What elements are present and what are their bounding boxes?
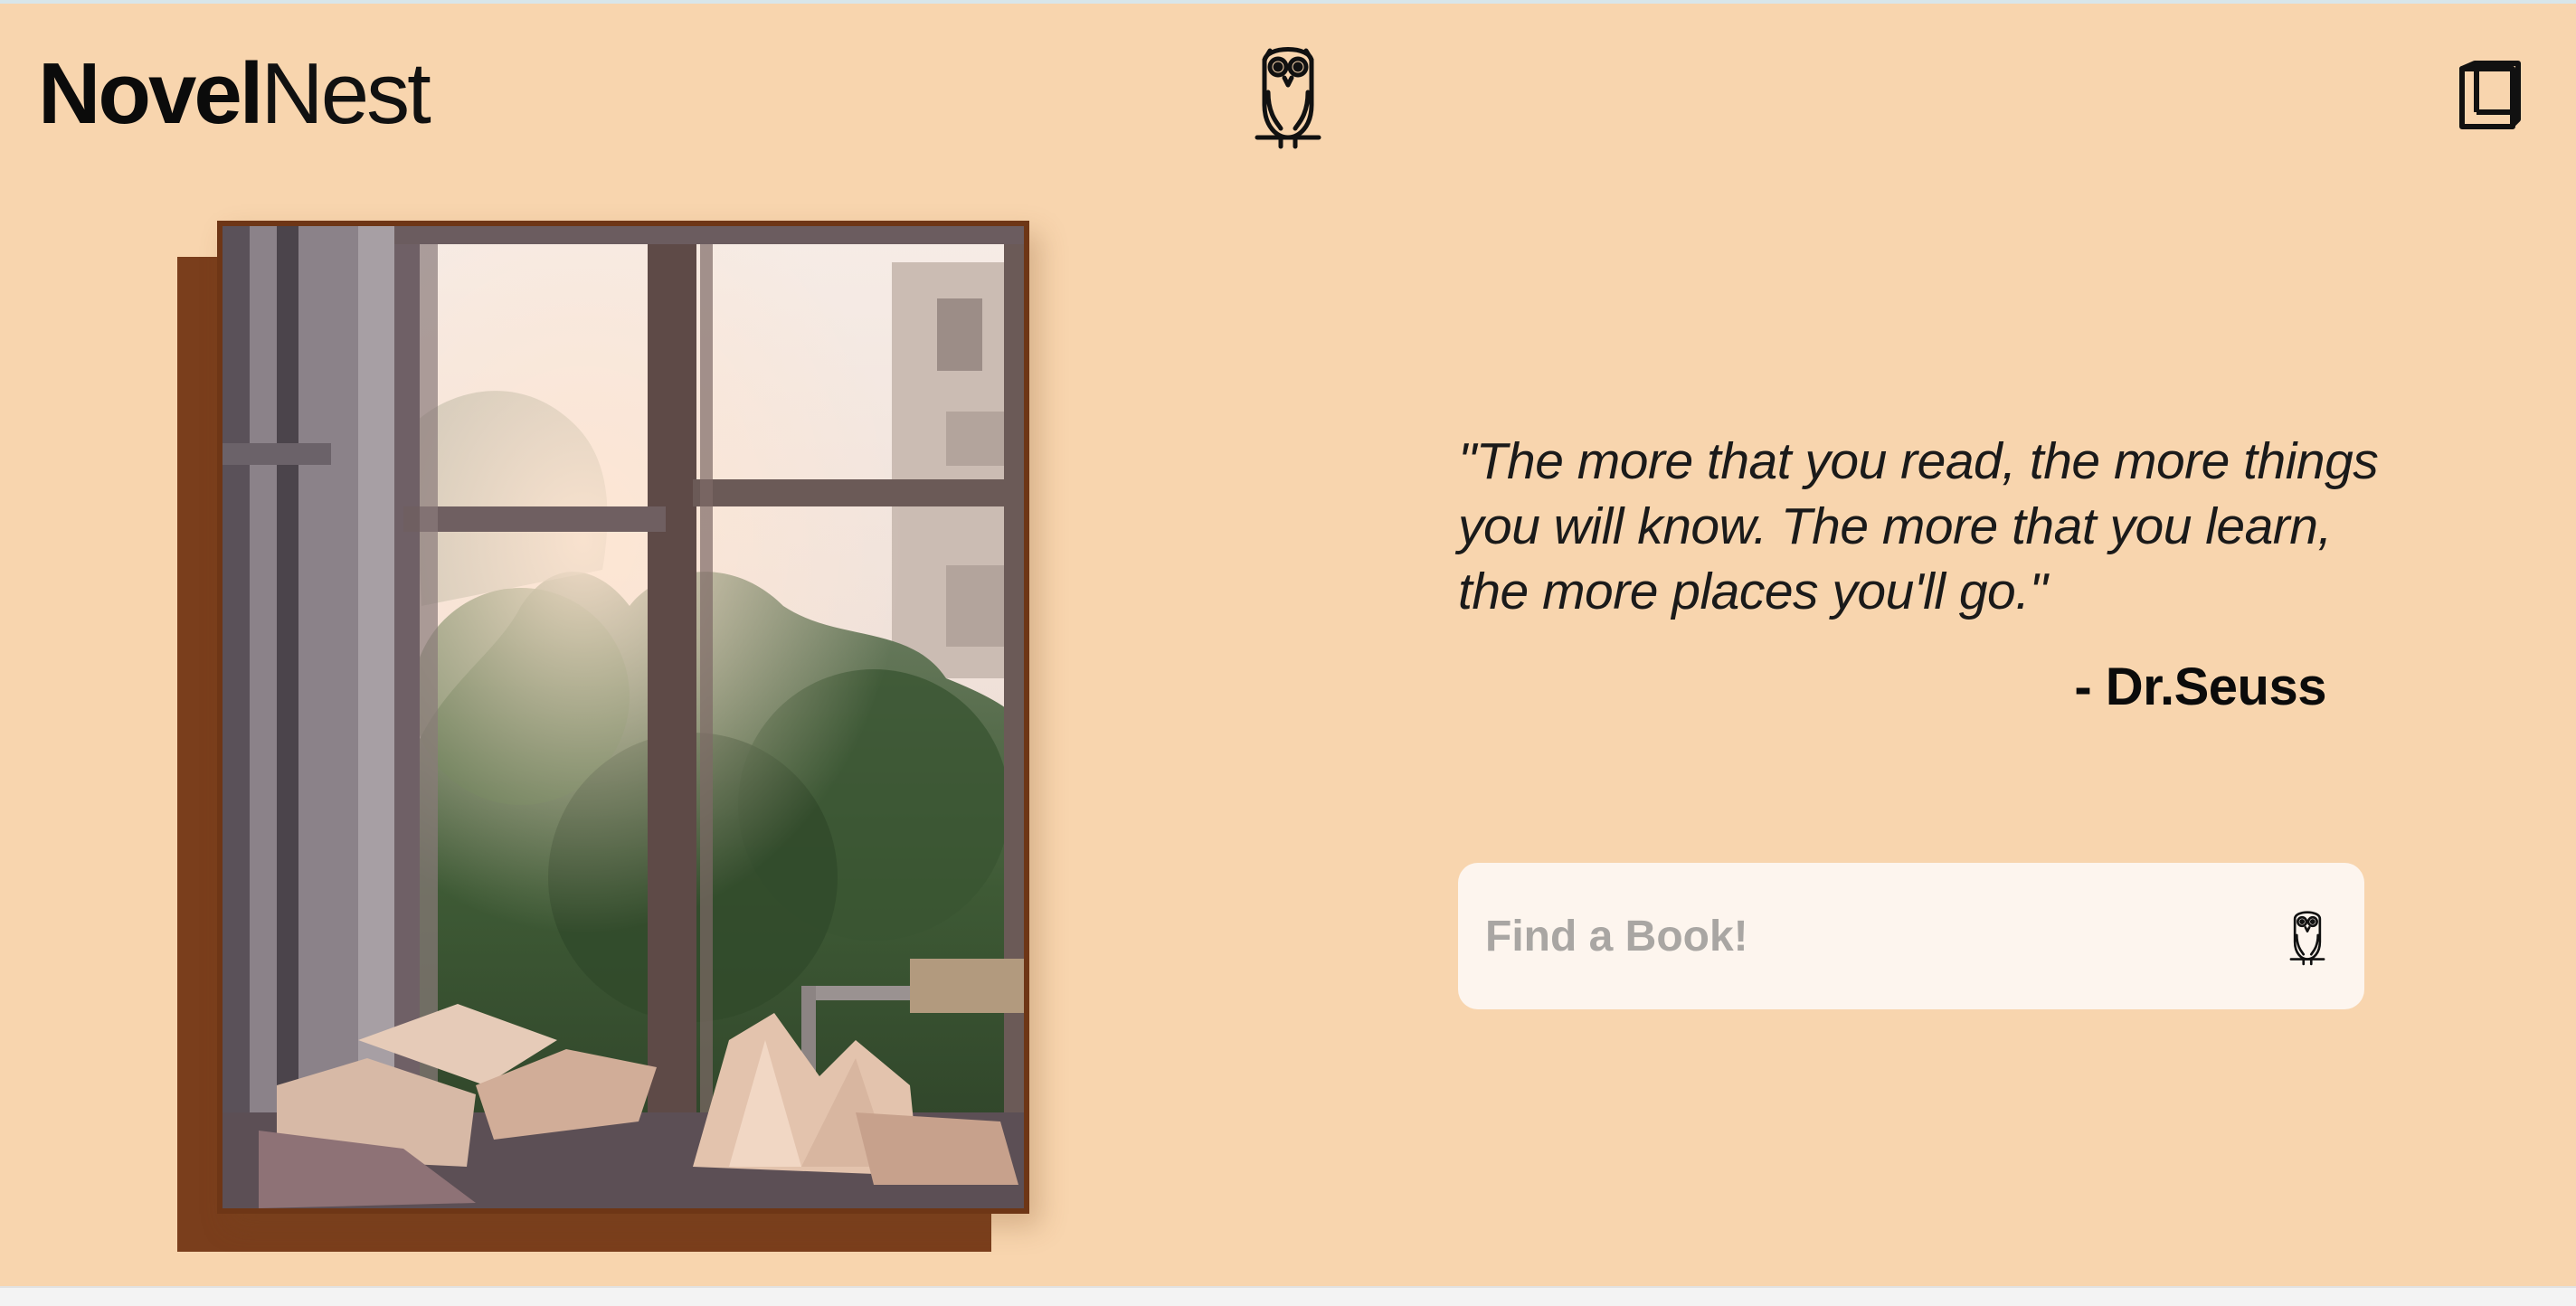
owl-icon[interactable] (2287, 906, 2328, 966)
quote-text: "The more that you read, the more things… (1458, 432, 2379, 620)
hero-image (217, 221, 1029, 1214)
logo-bold-text: Novel (38, 45, 263, 142)
owl-icon (1254, 38, 1322, 150)
book-icon[interactable] (2457, 60, 2524, 132)
site-logo[interactable]: NovelNest (38, 51, 431, 137)
browser-bottom-edge (0, 1286, 2576, 1306)
search-input[interactable] (1483, 890, 2265, 982)
page: NovelNest "The more that you read, the m… (0, 4, 2576, 1286)
search-bar (1458, 863, 2364, 1009)
logo-light-text: Nest (260, 45, 431, 142)
quote-author: - Dr.Seuss (2074, 658, 2326, 716)
